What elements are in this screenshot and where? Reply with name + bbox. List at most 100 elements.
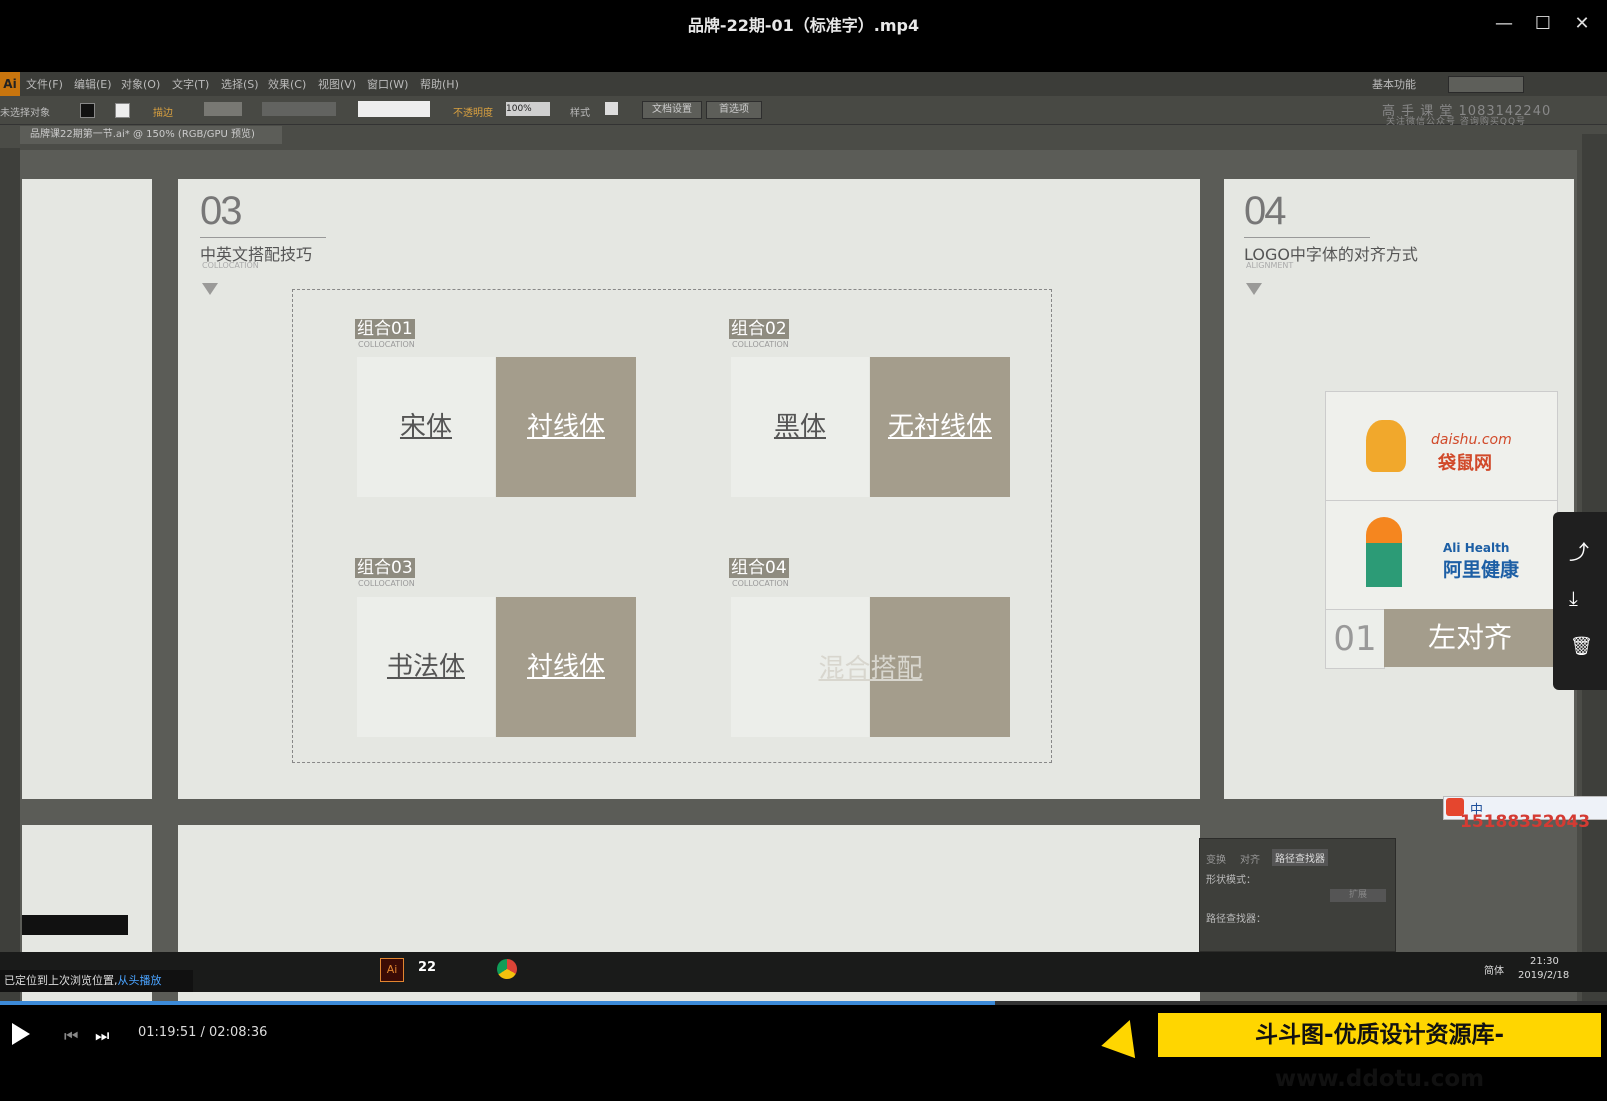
logo-text-en: Ali Health (1443, 541, 1510, 555)
illustrator-menubar: Ai 文件(F) 编辑(E) 对象(O) 文字(T) 选择(S) 效果(C) 视… (0, 72, 1607, 96)
menu-effect[interactable]: 效果(C) (268, 76, 306, 92)
combo-center-label: 混合搭配 (818, 654, 923, 684)
align-label: 左对齐 (1384, 609, 1556, 667)
illustrator-task-icon: Ai (380, 958, 404, 982)
combo-right-box: 衬线体 (496, 597, 636, 737)
close-button[interactable]: ✕ (1568, 10, 1596, 38)
pathfinder-panel[interactable]: 变换 对齐 路径查找器 形状模式： 扩展 路径查找器： (1199, 838, 1396, 952)
combo-right-box: 无衬线体 (870, 357, 1010, 497)
minimize-button[interactable]: — (1490, 10, 1518, 38)
opacity-input[interactable]: 100% (506, 102, 550, 116)
preferences-button[interactable]: 首选项 (706, 101, 762, 119)
stroke-label[interactable]: 描边 (153, 104, 173, 119)
triangle-marker-icon (202, 283, 218, 295)
combo-left-box: 书法体 (357, 597, 495, 737)
style-swatch[interactable] (605, 102, 618, 115)
artboard-04: 04 LOGO中字体的对齐方式 ALIGNMENT daishu.com 袋鼠网… (1224, 179, 1574, 799)
logo-text-cn: 袋鼠网 (1438, 453, 1492, 474)
brand-star-icon (1101, 1013, 1147, 1059)
opacity-label[interactable]: 不透明度 (453, 104, 493, 119)
combo-left-box: 宋体 (357, 357, 495, 497)
previous-icon[interactable]: ⏮ (64, 1026, 78, 1046)
style-label: 样式 (570, 108, 590, 119)
maximize-button[interactable]: ☐ (1529, 10, 1557, 38)
combo-right-box: 衬线体 (496, 357, 636, 497)
video-frame[interactable]: Ai 文件(F) 编辑(E) 对象(O) 文字(T) 选择(S) 效果(C) 视… (0, 72, 1607, 1007)
selection-status: 未选择对象 (0, 108, 50, 119)
control-bar: 未选择对象 描边 不透明度 100% 样式 文档设置 首选项 高 手 课 堂 1… (0, 96, 1607, 127)
play-icon[interactable] (12, 1023, 30, 1045)
menu-help[interactable]: 帮助(H) (420, 76, 459, 92)
expand-button[interactable]: 扩展 (1330, 889, 1386, 902)
player-side-panel: ⤴ ⤓ 🗑 (1553, 512, 1607, 690)
section-subtitle: COLLOCATION (202, 261, 259, 270)
next-icon[interactable]: ⏭ (95, 1026, 109, 1046)
logo-card-alihealth: Ali Health 阿里健康 (1325, 500, 1558, 610)
stroke-weight-input[interactable] (204, 102, 242, 116)
logo-card-daishu: daishu.com 袋鼠网 (1325, 391, 1558, 501)
menu-window[interactable]: 窗口(W) (367, 76, 408, 92)
recorded-taskbar: Ai 22 简体 21:30 2019/2/18 (0, 952, 1607, 992)
tab-transform[interactable]: 变换 (1206, 851, 1226, 866)
combo-subtitle: COLLOCATION (732, 579, 789, 588)
brush-definition[interactable] (358, 101, 430, 117)
menu-edit[interactable]: 编辑(E) (74, 76, 112, 92)
combo-subtitle: COLLOCATION (358, 579, 415, 588)
kangaroo-logo-icon (1366, 420, 1406, 472)
combo-tag: 组合03 (355, 558, 415, 578)
document-setup-button[interactable]: 文档设置 (642, 101, 702, 119)
section-number: 03 (200, 189, 242, 233)
combo-left-box: 黑体 (731, 357, 869, 497)
combo-tag: 组合04 (729, 558, 789, 578)
input-lang: 简体 (1484, 966, 1504, 977)
download-icon[interactable]: ⤓ (1569, 586, 1578, 610)
alihealth-logo-green (1366, 543, 1402, 587)
fill-swatch[interactable] (80, 103, 95, 118)
combo-tag: 组合01 (355, 319, 415, 339)
resume-toast: 已定位到上次浏览位置,从头播放 (0, 970, 193, 992)
menu-view[interactable]: 视图(V) (318, 76, 356, 92)
combo-subtitle: COLLOCATION (732, 340, 789, 349)
variable-width-profile[interactable] (262, 102, 336, 116)
align-number: 01 (1325, 609, 1385, 669)
search-input[interactable] (1448, 76, 1524, 93)
triangle-marker-icon (1246, 283, 1262, 295)
watermark-line2: 关注微信公众号 咨询购买QQ号 (1386, 117, 1527, 127)
clock-date: 2019/2/18 (1518, 970, 1570, 981)
pathfinders-label: 路径查找器： (1206, 914, 1266, 925)
menu-type[interactable]: 文字(T) (172, 76, 209, 92)
stroke-swatch[interactable] (115, 103, 130, 118)
artboard-03: 03 中英文搭配技巧 COLLOCATION 组合01 COLLOCATION … (178, 179, 1200, 799)
section-number: 04 (1244, 189, 1286, 233)
menu-select[interactable]: 选择(S) (221, 76, 259, 92)
time-display: 01:19:51 / 02:08:36 (138, 1025, 268, 1040)
player-title-bar: 品牌-22期-01（标准字）.mp4 — ☐ ✕ (0, 0, 1607, 72)
illustrator-logo: Ai (0, 72, 20, 96)
video-title: 品牌-22期-01（标准字）.mp4 (687, 16, 920, 35)
clock-time: 21:30 (1530, 956, 1559, 967)
delete-icon[interactable]: 🗑 (1570, 636, 1593, 657)
chrome-icon (497, 959, 517, 979)
document-tab[interactable]: 品牌课22期第一节.ai* @ 150% (RGB/GPU 预览) (20, 126, 282, 144)
logo-text-en: daishu.com (1431, 432, 1512, 448)
combo-subtitle: COLLOCATION (358, 340, 415, 349)
menu-file[interactable]: 文件(F) (26, 76, 63, 92)
title-divider (1244, 237, 1370, 238)
artboard-02-partial (22, 179, 152, 799)
tab-align[interactable]: 对齐 (1240, 851, 1260, 866)
shape-modes-label: 形状模式： (1206, 875, 1256, 886)
replay-link[interactable]: 从头播放 (118, 974, 162, 987)
dark-block (22, 915, 128, 935)
section-subtitle: ALIGNMENT (1246, 261, 1294, 270)
phone-watermark: 15188352043 (1460, 812, 1591, 832)
tab-pathfinder[interactable]: 路径查找器 (1272, 849, 1328, 866)
logo-text-cn: 阿里健康 (1443, 559, 1520, 581)
tools-panel[interactable] (0, 148, 20, 1007)
player-controls: ⏮ ⏭ 01:19:51 / 02:08:36 斗斗图-优质设计资源库-www.… (0, 1005, 1607, 1092)
title-divider (200, 237, 326, 238)
toast-text: 已定位到上次浏览位置, (4, 974, 118, 987)
workspace-switcher[interactable]: 基本功能 (1372, 76, 1416, 92)
menu-object[interactable]: 对象(O) (121, 76, 160, 92)
share-icon[interactable]: ⤴ (1569, 536, 1589, 565)
combo-tag: 组合02 (729, 319, 789, 339)
